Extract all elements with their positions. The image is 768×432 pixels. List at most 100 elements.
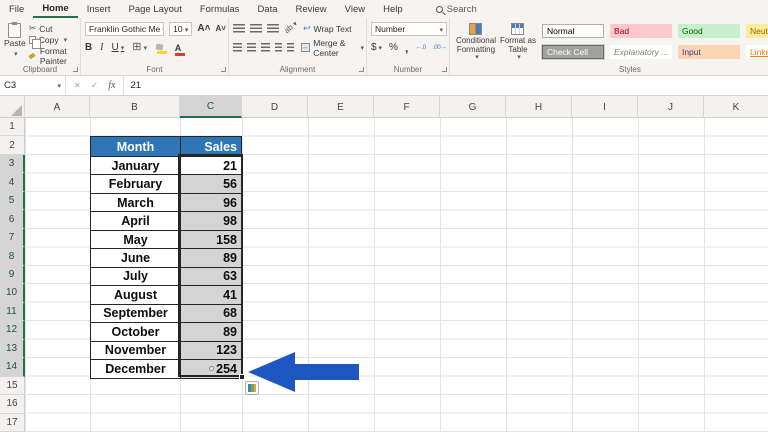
merge-center-button[interactable]: ↔ Merge & Center (300, 38, 364, 58)
clipboard-dialog-launcher-icon[interactable] (72, 67, 78, 72)
row-header-9[interactable]: 9 (0, 265, 25, 285)
paste-button[interactable]: Paste (4, 22, 26, 63)
cell-sales[interactable]: 56 (181, 175, 241, 193)
tab-insert[interactable]: Insert (78, 0, 120, 18)
format-painter-button[interactable]: Format Painter (28, 46, 78, 66)
cell-month[interactable]: November (91, 341, 181, 360)
tab-data[interactable]: Data (248, 0, 286, 18)
fill-color-button[interactable] (155, 44, 167, 54)
cancel-icon[interactable] (74, 80, 81, 91)
row-header-16[interactable]: 16 (0, 395, 24, 414)
cell-style-explanatory[interactable]: Explanatory ... (609, 45, 672, 59)
row-header-3[interactable]: 3 (0, 154, 25, 174)
row-header-2[interactable]: 2 (0, 136, 24, 155)
decrease-indent-icon[interactable] (274, 43, 282, 52)
cell-style-check-cell[interactable]: Check Cell (541, 45, 604, 59)
align-right-icon[interactable] (260, 43, 270, 52)
increase-decimal-icon[interactable]: ←.0 (415, 44, 426, 51)
font-name-select[interactable]: Franklin Gothic Me (84, 21, 165, 36)
name-box[interactable]: C3 (0, 76, 66, 95)
tab-view[interactable]: View (336, 0, 374, 18)
cell-month[interactable]: June (91, 249, 181, 267)
percent-style-button[interactable]: % (389, 42, 398, 53)
cell-month[interactable]: October (91, 323, 181, 341)
header-cell-month[interactable]: Month (91, 137, 181, 156)
column-header-e[interactable]: E (308, 96, 374, 118)
header-cell-sales[interactable]: Sales (181, 137, 241, 156)
cell-month[interactable]: April (91, 212, 181, 230)
column-header-g[interactable]: G (440, 96, 506, 118)
cell-sales[interactable]: 68 (181, 304, 241, 323)
cell-month[interactable]: May (91, 230, 181, 249)
font-size-select[interactable]: 10 (169, 21, 193, 36)
cell-month[interactable]: February (91, 175, 181, 193)
quick-analysis-button[interactable] (245, 381, 259, 395)
cut-button[interactable]: ✂ Cut (29, 23, 78, 34)
insert-function-icon[interactable]: fx (108, 80, 115, 91)
tab-file[interactable]: File (0, 0, 33, 18)
paste-dropdown-icon[interactable] (12, 48, 18, 58)
column-header-a[interactable]: A (25, 96, 90, 118)
tab-help[interactable]: Help (374, 0, 412, 18)
wrap-text-button[interactable]: ↩ Wrap Text (303, 23, 352, 34)
row-header-6[interactable]: 6 (0, 210, 25, 229)
column-header-c[interactable]: C (180, 96, 242, 118)
cell-sales[interactable]: 123 (181, 341, 241, 360)
tab-review[interactable]: Review (287, 0, 336, 18)
column-header-f[interactable]: F (374, 96, 440, 118)
column-header-d[interactable]: D (242, 96, 308, 118)
search-box[interactable]: Search (435, 4, 477, 15)
cell-month[interactable]: July (91, 267, 181, 286)
cell-style-normal[interactable]: Normal (541, 24, 604, 38)
cell-month[interactable]: September (91, 304, 181, 323)
fill-handle[interactable] (239, 373, 245, 380)
increase-indent-icon[interactable] (286, 43, 294, 52)
cell-sales[interactable]: 98 (181, 212, 241, 230)
decrease-decimal-icon[interactable]: .00→ (433, 44, 447, 51)
row-header-15[interactable]: 15 (0, 377, 24, 396)
increase-font-size-icon[interactable]: A˄ (197, 23, 210, 34)
row-header-10[interactable]: 10 (0, 284, 25, 303)
cell-style-input[interactable]: Input (677, 45, 740, 59)
number-format-select[interactable]: Number (370, 21, 447, 36)
select-all-button[interactable] (0, 96, 25, 118)
enter-icon[interactable] (91, 80, 99, 91)
column-header-j[interactable]: J (638, 96, 704, 118)
accounting-format-button[interactable]: $ (371, 42, 382, 53)
cell-month[interactable]: August (91, 286, 181, 304)
row-header-12[interactable]: 12 (0, 321, 25, 340)
decrease-font-size-icon[interactable]: A˅ (215, 24, 225, 33)
column-header-b[interactable]: B (90, 96, 180, 118)
cell-style-neutral[interactable]: Neutral (745, 24, 768, 38)
row-header-11[interactable]: 11 (0, 302, 25, 322)
orientation-icon[interactable]: ab (282, 22, 295, 36)
tab-page-layout[interactable]: Page Layout (119, 0, 190, 18)
number-dialog-launcher-icon[interactable] (441, 67, 447, 72)
row-header-5[interactable]: 5 (0, 191, 25, 211)
copy-button[interactable]: Copy (28, 35, 78, 49)
cell-sales-active[interactable]: 21 (181, 156, 241, 175)
cell-month[interactable]: January (91, 156, 181, 175)
row-header-17[interactable]: 17 (0, 414, 24, 432)
sheet-body[interactable]: 1 2 3 4 5 6 7 8 9 10 11 12 13 14 15 16 1… (0, 118, 768, 432)
align-top-icon[interactable] (232, 24, 245, 33)
cell-sales[interactable]: 63 (181, 267, 241, 286)
align-middle-icon[interactable] (249, 24, 262, 33)
cell-sales[interactable]: 89 (181, 323, 241, 341)
alignment-dialog-launcher-icon[interactable] (358, 67, 364, 72)
row-header-4[interactable]: 4 (0, 173, 25, 192)
column-header-k[interactable]: K (704, 96, 768, 118)
row-header-7[interactable]: 7 (0, 228, 25, 248)
cell-style-linked-cell[interactable]: Linked Cell (745, 45, 768, 59)
row-header-13[interactable]: 13 (0, 339, 25, 359)
row-header-14[interactable]: 14 (0, 358, 25, 377)
cell-sales[interactable]: 89 (181, 249, 241, 267)
comma-style-button[interactable]: , (405, 42, 408, 54)
conditional-formatting-button[interactable]: Conditional Formatting (454, 23, 498, 63)
cell-style-good[interactable]: Good (677, 24, 740, 38)
cell-sales[interactable]: 41 (181, 286, 241, 304)
italic-button[interactable]: I (100, 42, 103, 53)
column-header-h[interactable]: H (506, 96, 572, 118)
tab-formulas[interactable]: Formulas (191, 0, 249, 18)
row-header-8[interactable]: 8 (0, 247, 25, 266)
